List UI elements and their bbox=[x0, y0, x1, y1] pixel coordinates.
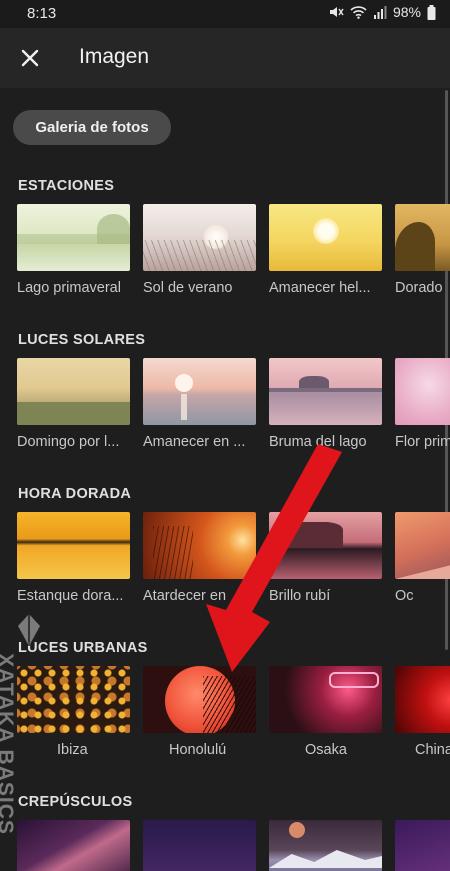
tile-label: Domingo por l... bbox=[17, 434, 120, 450]
thumbnail-image bbox=[269, 358, 382, 425]
watermark: XATAKA BASICS bbox=[0, 612, 50, 862]
wallpaper-tile[interactable]: Bruma del lago bbox=[269, 358, 382, 450]
tile-label: Bruma del lago bbox=[269, 434, 367, 450]
wallpaper-tile[interactable] bbox=[395, 820, 450, 871]
wallpaper-tile[interactable] bbox=[269, 820, 382, 871]
wallpaper-tile[interactable]: China bbox=[395, 666, 450, 758]
wallpaper-tile[interactable]: Honolulú bbox=[143, 666, 256, 758]
wallpaper-tile[interactable]: Lago primaveral bbox=[17, 204, 130, 296]
signal-icon bbox=[373, 5, 387, 19]
wallpaper-tile[interactable]: Osaka bbox=[269, 666, 382, 758]
thumbnail-image bbox=[395, 204, 450, 271]
wallpaper-tile[interactable]: Flor prim bbox=[395, 358, 450, 450]
tile-label: Flor prim bbox=[395, 434, 450, 450]
section-title-hora-dorada: HORA DORADA bbox=[18, 486, 132, 502]
watermark-text: XATAKA BASICS bbox=[0, 653, 17, 835]
thumbnail-image bbox=[143, 204, 256, 271]
thumbnail-image bbox=[143, 358, 256, 425]
thumbnail-image bbox=[17, 204, 130, 271]
battery-percent: 98% bbox=[392, 4, 421, 20]
thumbnail-row-estaciones: Lago primaveral Sol de verano Amanecer h… bbox=[17, 204, 450, 300]
tile-label: Atardecer en bbox=[143, 588, 227, 604]
tile-label: Lago primaveral bbox=[17, 280, 121, 296]
xataka-logo-icon bbox=[18, 614, 40, 646]
wallpaper-tile[interactable]: Domingo por l... bbox=[17, 358, 130, 450]
tile-label: China bbox=[415, 742, 450, 758]
thumbnail-image bbox=[269, 666, 382, 733]
status-time: 8:13 bbox=[27, 5, 57, 22]
thumbnail-image bbox=[269, 820, 382, 871]
thumbnail-image bbox=[17, 512, 130, 579]
battery-icon bbox=[427, 4, 436, 20]
close-button[interactable] bbox=[14, 42, 46, 74]
thumbnail-image bbox=[143, 820, 256, 871]
wallpaper-tile[interactable] bbox=[143, 820, 256, 871]
wallpaper-tile[interactable]: Atardecer en bbox=[143, 512, 256, 604]
tile-label: Amanecer en ... bbox=[143, 434, 246, 450]
section-title-luces-solares: LUCES SOLARES bbox=[18, 332, 146, 348]
wallpaper-tile[interactable]: Amanecer en ... bbox=[143, 358, 256, 450]
thumbnail-image bbox=[395, 358, 450, 425]
thumbnail-image bbox=[143, 512, 256, 579]
thumbnail-image bbox=[17, 358, 130, 425]
thumbnail-row-luces-urbanas: Ibiza Honolulú Osaka China bbox=[17, 666, 450, 762]
thumbnail-row-hora-dorada: Estanque dora... Atardecer en Brillo rub… bbox=[17, 512, 450, 608]
tile-label: Estanque dora... bbox=[17, 588, 124, 604]
photo-gallery-button[interactable]: Galeria de fotos bbox=[13, 110, 171, 145]
wallpaper-tile[interactable]: Oc bbox=[395, 512, 450, 604]
tile-label: Oc bbox=[395, 588, 414, 604]
thumbnail-image bbox=[395, 666, 450, 733]
thumbnail-image bbox=[269, 512, 382, 579]
thumbnail-image bbox=[395, 512, 450, 579]
status-icons: 98% bbox=[328, 4, 436, 20]
tile-label: Dorado bbox=[395, 280, 443, 296]
tile-label: Honolulú bbox=[169, 742, 227, 758]
thumbnail-image bbox=[143, 666, 256, 733]
section-title-estaciones: ESTACIONES bbox=[18, 178, 115, 194]
tile-label: Brillo rubí bbox=[269, 588, 331, 604]
close-icon bbox=[21, 49, 39, 67]
page-title: Imagen bbox=[79, 45, 150, 68]
tile-label: Sol de verano bbox=[143, 280, 233, 296]
wallpaper-tile[interactable]: Brillo rubí bbox=[269, 512, 382, 604]
status-bar: 8:13 98% bbox=[0, 0, 450, 28]
wallpaper-tile[interactable]: Amanecer hel... bbox=[269, 204, 382, 296]
thumbnail-image bbox=[395, 820, 450, 871]
wallpaper-tile[interactable]: Estanque dora... bbox=[17, 512, 130, 604]
wallpaper-tile[interactable]: Sol de verano bbox=[143, 204, 256, 296]
tile-label: Amanecer hel... bbox=[269, 280, 371, 296]
tile-label: Osaka bbox=[305, 742, 347, 758]
thumbnail-row-crepusculos bbox=[17, 820, 450, 871]
wifi-icon bbox=[350, 5, 367, 19]
thumbnail-image bbox=[269, 204, 382, 271]
wallpaper-tile[interactable]: Dorado bbox=[395, 204, 450, 296]
thumbnail-row-luces-solares: Domingo por l... Amanecer en ... Bruma d… bbox=[17, 358, 450, 454]
mute-icon bbox=[329, 7, 344, 17]
app-bar: Imagen bbox=[0, 28, 450, 88]
